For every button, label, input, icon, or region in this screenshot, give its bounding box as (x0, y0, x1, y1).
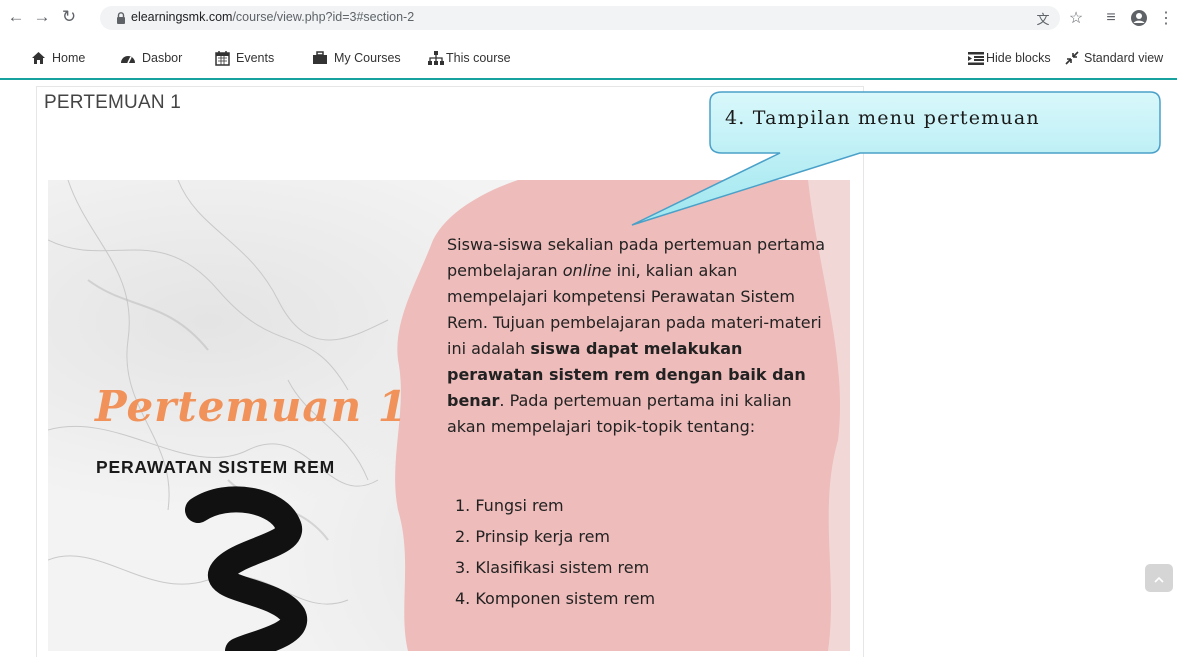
calendar-icon (214, 50, 230, 66)
standard-view-button[interactable]: Standard view (1064, 48, 1163, 68)
forward-icon[interactable]: → (30, 5, 54, 29)
nav-dasbor-label: Dasbor (142, 51, 183, 65)
nav-dasbor[interactable]: Dasbor (120, 48, 182, 68)
nav-home-label: Home (52, 51, 86, 65)
nav-this-course[interactable]: This course (428, 48, 511, 68)
sitemap-icon (428, 50, 444, 66)
nav-this-course-label: This course (446, 51, 511, 65)
back-icon[interactable]: ← (4, 5, 28, 29)
lock-icon (117, 12, 125, 24)
chevron-up-icon (1154, 570, 1164, 586)
course-navbar: Home Dasbor Events My Courses This cours… (0, 38, 1177, 80)
section-title: PERTEMUAN 1 (44, 92, 181, 113)
nav-my-courses-label: My Courses (334, 51, 401, 65)
dashboard-icon (120, 50, 136, 66)
topic-item: 2. Prinsip kerja rem (455, 527, 611, 546)
nav-my-courses[interactable]: My Courses (312, 48, 401, 68)
browser-toolbar: ← → ↻ elearningsmk.com/course/view.php?i… (0, 0, 1177, 38)
banner-subtitle: PERAWATAN SISTEM REM (96, 457, 335, 477)
star-icon[interactable]: ☆ (1065, 7, 1087, 29)
indent-icon (968, 50, 984, 66)
reload-icon[interactable]: ↻ (57, 5, 81, 29)
translate-icon[interactable]: 文 (1032, 7, 1054, 29)
profile-icon[interactable] (1128, 7, 1150, 29)
topic-item: 4. Komponen sistem rem (455, 589, 656, 608)
nav-home[interactable]: Home (30, 48, 85, 68)
nav-events-label: Events (236, 51, 275, 65)
home-icon (30, 50, 46, 66)
topic-item: 3. Klasifikasi sistem rem (455, 558, 650, 577)
standard-view-label: Standard view (1084, 51, 1164, 65)
callout-text: 4. Tampilan menu pertemuan (725, 107, 1040, 129)
briefcase-icon (312, 50, 328, 66)
banner-title: Pertemuan 1 (95, 382, 408, 431)
scroll-to-top-button[interactable] (1145, 564, 1173, 592)
address-bar[interactable]: elearningsmk.com/course/view.php?id=3#se… (100, 6, 1060, 30)
reading-list-icon[interactable]: ≡ (1100, 7, 1122, 29)
hide-blocks-button[interactable]: Hide blocks (968, 48, 1051, 68)
banner-description: Siswa-siswa sekalian pada pertemuan pert… (447, 235, 826, 436)
topic-list: 1. Fungsi rem 2. Prinsip kerja rem 3. Kl… (455, 490, 755, 614)
hide-blocks-label: Hide blocks (986, 51, 1051, 65)
nav-events[interactable]: Events (214, 48, 274, 68)
menu-icon[interactable]: ⋮ (1155, 7, 1177, 29)
compress-icon (1064, 50, 1080, 66)
url-text: elearningsmk.com/course/view.php?id=3#se… (131, 10, 415, 24)
topic-item: 1. Fungsi rem (455, 496, 564, 515)
